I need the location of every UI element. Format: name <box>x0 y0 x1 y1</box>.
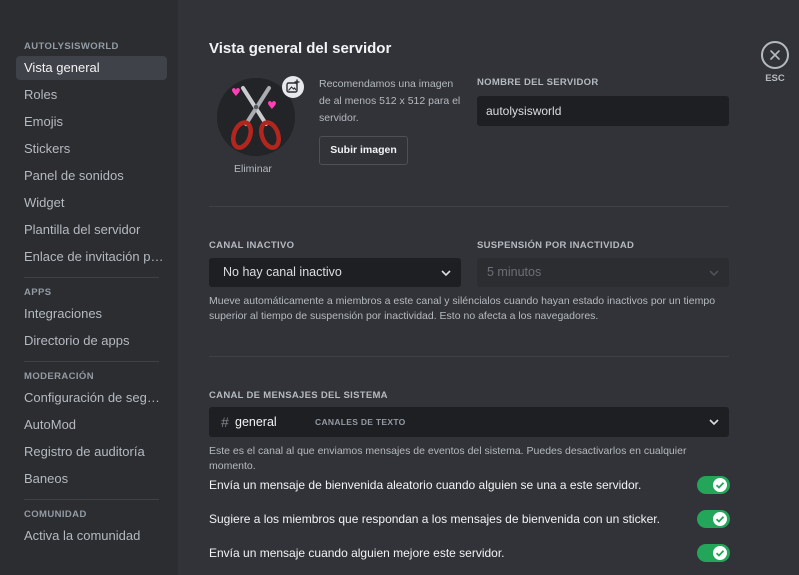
server-name-label: NOMBRE DEL SERVIDOR <box>477 77 599 88</box>
system-channel-name: general <box>235 415 277 429</box>
chevron-down-icon <box>709 407 719 437</box>
inactive-help-text: Mueve automáticamente a miembros a este … <box>209 295 716 322</box>
sidebar-item-enlace-invitacion[interactable]: Enlace de invitación pe... <box>16 245 167 269</box>
sidebar-item-panel-de-sonidos[interactable]: Panel de sonidos <box>16 164 167 188</box>
boost-message-label: Envía un mensaje cuando alguien mejore e… <box>209 546 505 560</box>
system-channel-select[interactable]: # general CANALES DE TEXTO <box>209 407 729 437</box>
chevron-down-icon <box>709 258 719 287</box>
sidebar-item-widget[interactable]: Widget <box>16 191 167 215</box>
svg-text:♥: ♥ <box>231 86 241 99</box>
sidebar-content: AUTOLYSISWORLD Vista general Roles Emoji… <box>16 41 167 548</box>
inactive-channel-select[interactable]: No hay canal inactivo <box>209 258 461 287</box>
sidebar-divider <box>24 499 159 500</box>
system-channel-help-text: Este es el canal al que enviamos mensaje… <box>209 445 687 472</box>
sidebar-item-baneos[interactable]: Baneos <box>16 467 167 491</box>
sidebar-divider <box>24 361 159 362</box>
boost-message-toggle[interactable] <box>697 544 730 562</box>
check-icon <box>715 550 725 557</box>
close-icon[interactable] <box>761 41 789 69</box>
server-name-input[interactable]: autolysisworld <box>477 96 729 126</box>
sidebar-item-registro-auditoria[interactable]: Registro de auditoría <box>16 440 167 464</box>
system-channel-category: CANALES DE TEXTO <box>315 417 406 427</box>
check-icon <box>715 482 725 489</box>
sidebar-item-automod[interactable]: AutoMod <box>16 413 167 437</box>
inactive-timeout-select: 5 minutos <box>477 258 729 287</box>
icon-recommendation-text: Recomendamos una imagen de al menos 512 … <box>319 78 461 124</box>
sidebar-header-server: AUTOLYSISWORLD <box>24 41 119 52</box>
sticker-reply-label: Sugiere a los miembros que respondan a l… <box>209 512 660 526</box>
welcome-message-label: Envía un mensaje de bienvenida aleatorio… <box>209 478 642 492</box>
sidebar-item-directorio-apps[interactable]: Directorio de apps <box>16 329 167 353</box>
remove-icon-link[interactable]: Eliminar <box>234 163 272 175</box>
inactive-channel-value: No hay canal inactivo <box>223 265 342 279</box>
toggle-knob <box>713 478 727 492</box>
sidebar-header-apps: APPS <box>24 287 52 298</box>
sidebar-item-seguridad[interactable]: Configuración de segur... <box>16 386 167 410</box>
boost-message-row: Envía un mensaje cuando alguien mejore e… <box>209 544 731 564</box>
toggle-knob <box>713 512 727 526</box>
sticker-reply-row: Sugiere a los miembros que respondan a l… <box>209 510 731 530</box>
sidebar-item-integraciones[interactable]: Integraciones <box>16 302 167 326</box>
esc-label: ESC <box>765 73 785 84</box>
hashtag-icon: # <box>221 414 229 430</box>
upload-image-button[interactable]: Subir imagen <box>319 136 408 165</box>
toggle-knob <box>713 546 727 560</box>
sidebar-item-vista-general[interactable]: Vista general <box>16 56 167 80</box>
welcome-message-toggle[interactable] <box>697 476 730 494</box>
sidebar-item-plantilla[interactable]: Plantilla del servidor <box>16 218 167 242</box>
check-icon <box>715 516 725 523</box>
sticker-reply-toggle[interactable] <box>697 510 730 528</box>
sidebar-item-activa-comunidad[interactable]: Activa la comunidad <box>16 524 167 548</box>
sidebar-item-roles[interactable]: Roles <box>16 83 167 107</box>
section-divider <box>209 356 729 357</box>
welcome-message-row: Envía un mensaje de bienvenida aleatorio… <box>209 476 731 496</box>
sidebar-header-moderacion: MODERACIÓN <box>24 371 94 382</box>
inactive-channel-label: CANAL INACTIVO <box>209 240 295 251</box>
image-plus-icon[interactable] <box>282 76 304 98</box>
close-settings[interactable]: ESC <box>761 41 789 84</box>
chevron-down-icon <box>441 258 451 287</box>
sidebar-item-emojis[interactable]: Emojis <box>16 110 167 134</box>
settings-main: Vista general del servidor ♥ ♥ Eliminar … <box>178 0 799 575</box>
inactive-timeout-label: SUSPENSIÓN POR INACTIVIDAD <box>477 240 635 251</box>
svg-text:♥: ♥ <box>267 99 277 112</box>
section-divider <box>209 206 729 207</box>
inactive-timeout-value: 5 minutos <box>487 265 542 279</box>
system-channel-label: CANAL DE MENSAJES DEL SISTEMA <box>209 390 388 401</box>
page-title: Vista general del servidor <box>209 40 392 57</box>
sidebar-divider <box>24 277 159 278</box>
sidebar-header-comunidad: COMUNIDAD <box>24 509 87 520</box>
sidebar-item-stickers[interactable]: Stickers <box>16 137 167 161</box>
settings-sidebar: AUTOLYSISWORLD Vista general Roles Emoji… <box>0 0 178 575</box>
